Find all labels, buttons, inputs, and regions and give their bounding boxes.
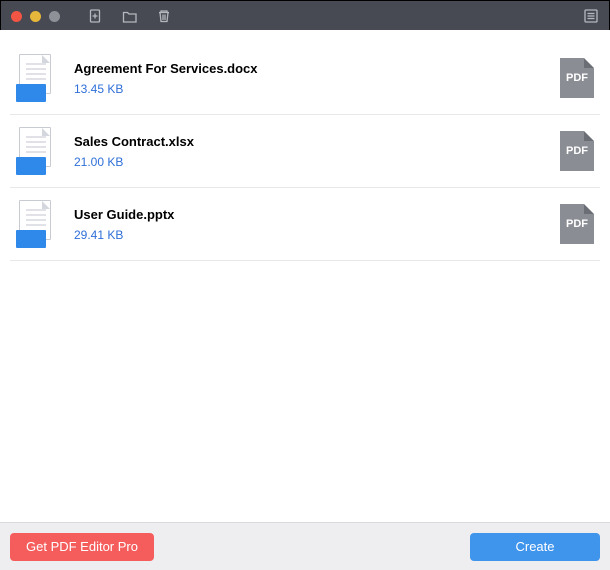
pdf-label: PDF — [566, 218, 588, 230]
pdf-label: PDF — [566, 145, 588, 157]
document-icon — [16, 200, 58, 248]
create-button[interactable]: Create — [470, 533, 600, 561]
add-folder-icon[interactable] — [122, 8, 138, 24]
add-file-icon[interactable] — [88, 8, 104, 24]
file-list: Agreement For Services.docx 13.45 KB PDF… — [0, 30, 610, 522]
pdf-output-icon: PDF — [560, 131, 594, 171]
window-minimize-button[interactable] — [30, 11, 41, 22]
pdf-output-icon: PDF — [560, 204, 594, 244]
titlebar — [1, 1, 609, 31]
window-zoom-button — [49, 11, 60, 22]
get-pro-button[interactable]: Get PDF Editor Pro — [10, 533, 154, 561]
list-item[interactable]: Agreement For Services.docx 13.45 KB PDF — [10, 42, 600, 115]
file-name: User Guide.pptx — [74, 207, 544, 222]
pdf-label: PDF — [566, 72, 588, 84]
list-view-icon[interactable] — [583, 8, 599, 24]
document-icon — [16, 127, 58, 175]
file-size: 21.00 KB — [74, 155, 544, 169]
file-size: 13.45 KB — [74, 82, 544, 96]
pdf-output-icon: PDF — [560, 58, 594, 98]
file-name: Agreement For Services.docx — [74, 61, 544, 76]
delete-icon[interactable] — [156, 8, 172, 24]
list-item[interactable]: Sales Contract.xlsx 21.00 KB PDF — [10, 115, 600, 188]
file-size: 29.41 KB — [74, 228, 544, 242]
list-item[interactable]: User Guide.pptx 29.41 KB PDF — [10, 188, 600, 261]
document-icon — [16, 54, 58, 102]
file-name: Sales Contract.xlsx — [74, 134, 544, 149]
footer-bar: Get PDF Editor Pro Create — [0, 522, 610, 570]
window-close-button[interactable] — [11, 11, 22, 22]
